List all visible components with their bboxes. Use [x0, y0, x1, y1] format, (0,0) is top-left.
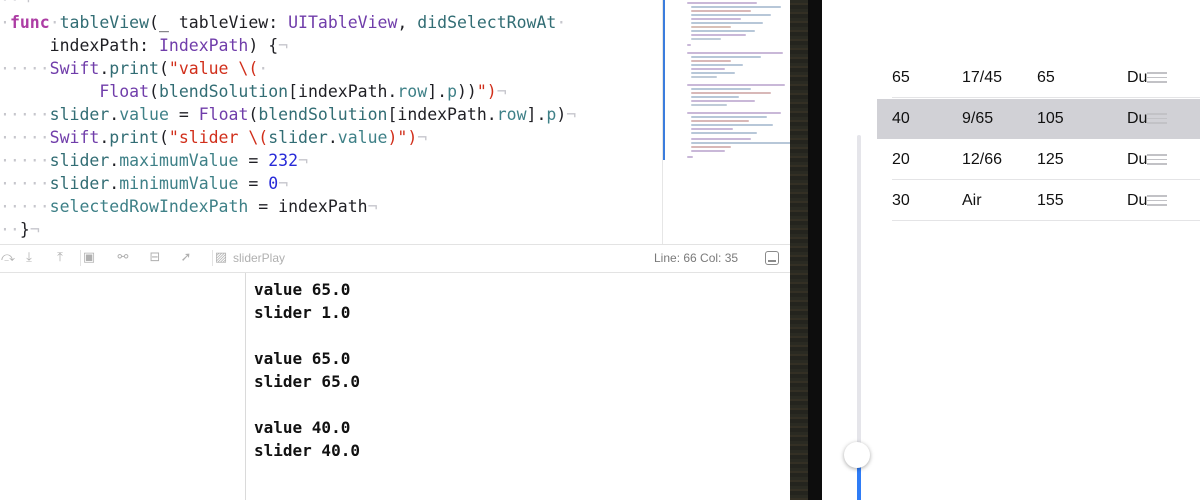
cell-depth: 155	[1037, 192, 1064, 209]
cell-ratio: Air	[962, 192, 982, 209]
code-editor[interactable]: ··¬ ·func·tableView(_ tableView: UITable…	[0, 0, 662, 244]
console-line: slider 65.0	[254, 372, 360, 391]
cell-depth: 105	[1037, 110, 1064, 127]
step-over-icon[interactable]: ⤼	[0, 250, 16, 266]
table-row[interactable]: 30 Air 155 Du	[877, 181, 1200, 221]
reorder-handle-icon[interactable]	[1147, 195, 1167, 207]
code-line-1: ·func·tableView(_ tableView: UITableView…	[0, 13, 567, 32]
code-line-10: ··}¬	[0, 220, 40, 239]
console-line: value 65.0	[254, 280, 351, 299]
cell-depth: 65	[1037, 69, 1055, 86]
console-output[interactable]: value 65.0 slider 1.0 value 65.0 slider …	[246, 273, 790, 500]
minimap[interactable]	[662, 0, 791, 244]
code-line-3: ·····Swift.print("value \(·	[0, 59, 269, 78]
cell-name: Du	[1127, 110, 1148, 127]
reorder-handle-icon[interactable]	[1147, 113, 1167, 125]
cell-ratio: 12/66	[962, 151, 1003, 168]
cell-value: 30	[892, 192, 910, 209]
debug-view-hierarchy-icon[interactable]: ▣	[80, 250, 97, 266]
cell-name: Du	[1127, 69, 1148, 86]
window-divider	[790, 0, 822, 500]
code-line-5: ·····slider.value = Float(blendSolution[…	[0, 105, 577, 124]
line-column-indicator: Line: 66 Col: 35	[654, 251, 739, 265]
code-line-2: indexPath: IndexPath) {¬	[49, 36, 289, 55]
debug-bar: ⤼ ⤓ ⤒ ▣ ⚯ ⊟ ➚ ▨ sliderPlay Line: 66 Col:…	[0, 244, 790, 273]
console-line: value 65.0	[254, 349, 351, 368]
minimap-caret	[663, 0, 665, 160]
cell-ratio: 17/45	[962, 69, 1003, 86]
cell-value: 20	[892, 151, 910, 168]
code-line-9: ·····selectedRowIndexPath = indexPath¬	[0, 197, 378, 216]
toggle-debug-area-icon[interactable]	[765, 251, 779, 265]
reorder-handle-icon[interactable]	[1147, 72, 1167, 84]
slider-thumb[interactable]	[844, 442, 870, 468]
cell-value: 40	[892, 110, 910, 127]
reorder-handle-icon[interactable]	[1147, 154, 1167, 166]
console-line: slider 40.0	[254, 441, 360, 460]
table-row[interactable]: 65 17/45 65 Du	[877, 58, 1200, 98]
simulate-location-icon[interactable]: ➚	[178, 250, 194, 266]
app-target-icon: ▨	[212, 250, 229, 266]
code-line-7: ·····slider.maximumValue = 232¬	[0, 151, 308, 170]
cell-name: Du	[1127, 151, 1148, 168]
code-line-8: ·····slider.minimumValue = 0¬	[0, 174, 289, 193]
table-row-selected[interactable]: 40 9/65 105 Du	[877, 99, 1200, 139]
table-row[interactable]: 20 12/66 125 Du	[877, 140, 1200, 180]
step-into-icon[interactable]: ⤓	[21, 250, 37, 266]
code-line-4: Float(blendSolution[indexPath.row].p))")…	[99, 82, 507, 101]
step-out-icon[interactable]: ⤒	[52, 250, 68, 266]
code-line-0: ··¬	[0, 0, 30, 11]
memory-graph-icon[interactable]: ⚯	[115, 250, 131, 266]
console-line: slider 1.0	[254, 303, 351, 322]
cell-name: Du	[1127, 192, 1148, 209]
cell-ratio: 9/65	[962, 110, 994, 127]
variables-view[interactable]	[0, 273, 246, 500]
code-line-6: ·····Swift.print("slider \(slider.value)…	[0, 128, 428, 147]
console-line: value 40.0	[254, 418, 351, 437]
target-label: sliderPlay	[233, 251, 286, 265]
cell-value: 65	[892, 69, 910, 86]
environment-overrides-icon[interactable]: ⊟	[147, 250, 163, 266]
simulator-screen: 65 17/45 65 Du 40 9/65 105 Du 20 12/66 1…	[822, 0, 1200, 500]
cell-depth: 125	[1037, 151, 1064, 168]
